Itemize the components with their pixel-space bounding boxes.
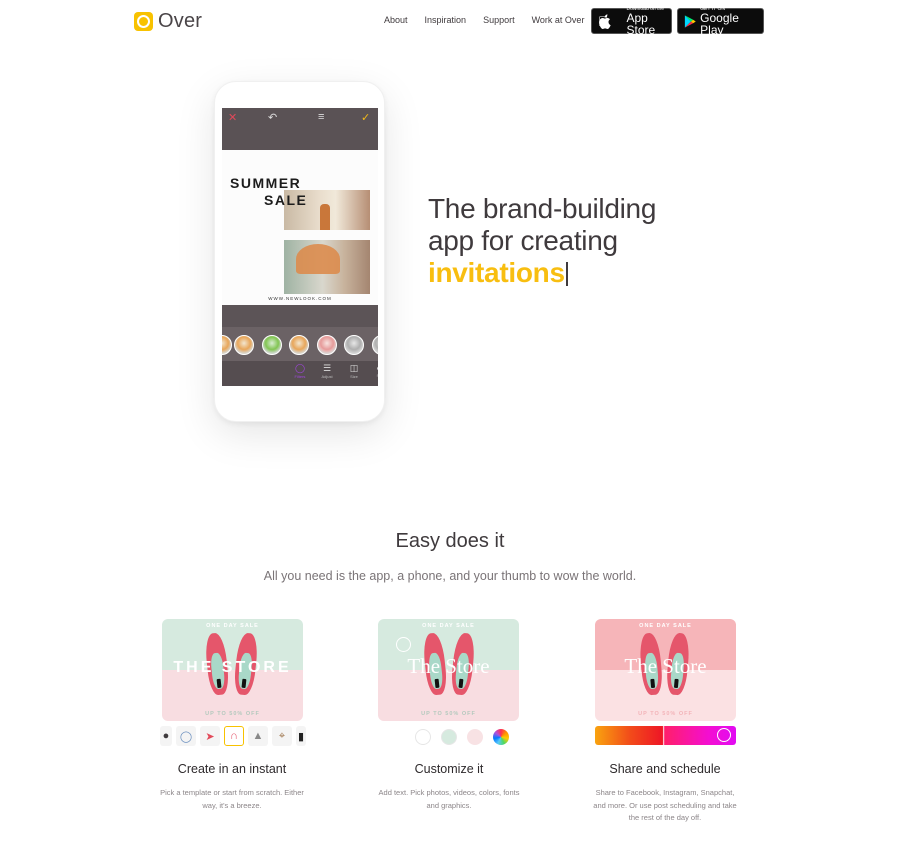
editor-toolbar: ◯ Filters ☰ Adjust ◫ Size ◐ Sh	[222, 361, 378, 386]
feature-desc-create: Pick a template or start from scratch. E…	[160, 788, 304, 810]
site-header: Over About Inspiration Support Work at O…	[0, 0, 900, 42]
tool-size[interactable]: ◫ Size	[343, 363, 365, 380]
section-subtitle: All you need is the app, a phone, and yo…	[263, 569, 637, 583]
hero-headline: The brand-building app for creating invi…	[428, 193, 656, 289]
phone-screen: ✕ ↶ ≡ ✓ SUMMER SALE WWW.NEWLOOK.COM ◯ Fi…	[222, 108, 378, 386]
poster-title-summer: SUMMER	[230, 175, 302, 191]
feature-desc-share: Share to Facebook, Instagram, Snapchat, …	[593, 788, 737, 822]
brand-name: Over	[158, 10, 203, 32]
app-store-big-text: App Store	[616, 11, 656, 37]
filter-thumb[interactable]	[372, 335, 378, 355]
filter-thumb[interactable]	[234, 335, 254, 355]
card-bottom-text: UP TO 50% OFF	[205, 711, 260, 717]
color-slider[interactable]	[595, 726, 736, 745]
poster-title-sale: SALE	[264, 192, 308, 208]
template-item[interactable]: ◯	[176, 726, 196, 746]
tool-filters[interactable]: ◯ Filters	[289, 363, 311, 380]
undo-icon[interactable]: ↶	[268, 111, 277, 124]
filters-icon: ◯	[294, 363, 306, 373]
main-nav: About Inspiration Support Work at Over	[384, 15, 601, 25]
feature-card-share: ONE DAY SALE The Store UP TO 50% OFF	[595, 619, 736, 721]
close-icon[interactable]: ✕	[228, 111, 237, 124]
logo-icon	[134, 12, 153, 31]
template-item[interactable]: ▮	[296, 726, 306, 746]
nav-inspiration[interactable]: Inspiration	[425, 15, 467, 25]
card-top-text: ONE DAY SALE	[206, 623, 259, 629]
card-title-text: THE STORE	[173, 659, 292, 676]
nav-work-at-over[interactable]: Work at Over	[532, 15, 585, 25]
tool-adjust[interactable]: ☰ Adjust	[316, 363, 338, 380]
poster-url: WWW.NEWLOOK.COM	[268, 296, 332, 301]
hero-line-1: The brand-building	[428, 193, 657, 224]
app-store-button[interactable]:  Download on the App Store	[591, 6, 672, 37]
filter-thumb[interactable]	[317, 335, 337, 355]
filter-thumbnails	[222, 327, 378, 361]
card-title-text: The Store	[624, 654, 707, 678]
shadow-icon: ◐	[376, 363, 378, 373]
hero-accent-word: invitations	[428, 257, 565, 288]
color-wheel-icon[interactable]	[493, 729, 509, 745]
filters-panel: ◯ Filters ☰ Adjust ◫ Size ◐ Sh	[222, 305, 378, 386]
swatch-mint[interactable]	[441, 729, 457, 745]
feature-title-share: Share and schedule	[609, 762, 721, 776]
feature-card-customize: ONE DAY SALE The Store UP TO 50% OFF	[378, 619, 519, 721]
filter-thumb[interactable]	[289, 335, 309, 355]
feature-title-create: Create in an instant	[177, 762, 287, 776]
template-item[interactable]: ●	[160, 726, 172, 746]
template-item[interactable]: ⌖	[272, 726, 292, 746]
apple-logo-icon	[599, 14, 611, 29]
card-title-text: The Store	[407, 654, 490, 678]
nav-support[interactable]: Support	[483, 15, 515, 25]
card-top-text: ONE DAY SALE	[639, 623, 692, 629]
card-bottom-text: UP TO 50% OFF	[638, 711, 693, 717]
google-play-button[interactable]: GET IT ON Google Play	[677, 6, 764, 37]
hero-line-2: app for creating	[428, 225, 618, 256]
slider-knob[interactable]	[717, 728, 731, 742]
tool-shadow[interactable]: ◐ Sh	[368, 363, 378, 379]
poster-canvas[interactable]: SUMMER SALE WWW.NEWLOOK.COM	[222, 150, 378, 305]
template-item[interactable]: ➤	[200, 726, 220, 746]
template-picker: ● ◯ ➤ ∩ ▲ ⌖ ▮	[160, 726, 306, 746]
feature-title-customize: Customize it	[414, 762, 484, 776]
template-item-selected[interactable]: ∩	[224, 726, 244, 746]
typing-caret	[565, 262, 568, 286]
filter-thumb[interactable]	[262, 335, 282, 355]
editor-topbar: ✕ ↶ ≡ ✓	[222, 108, 378, 150]
color-swatches	[415, 729, 509, 745]
check-icon[interactable]: ✓	[361, 111, 370, 124]
swatch-pink[interactable]	[467, 729, 483, 745]
feature-desc-customize: Add text. Pick photos, videos, colors, f…	[378, 788, 520, 810]
card-bottom-text: UP TO 50% OFF	[421, 711, 476, 717]
adjust-icon: ☰	[322, 363, 332, 373]
logo[interactable]: Over	[134, 10, 202, 33]
card-top-text: ONE DAY SALE	[422, 623, 475, 629]
google-play-icon	[684, 14, 696, 28]
swatch-white[interactable]	[415, 729, 431, 745]
filter-thumb[interactable]	[222, 335, 232, 355]
google-play-big-text: Google Play	[700, 11, 739, 37]
size-icon: ◫	[349, 363, 359, 373]
template-item[interactable]: ▲	[248, 726, 268, 746]
text-handle-icon	[396, 637, 411, 652]
poster-photo-bottom	[284, 240, 370, 294]
section-title: Easy does it	[395, 530, 505, 552]
layers-icon[interactable]: ≡	[318, 111, 324, 123]
feature-card-create: ONE DAY SALE THE STORE UP TO 50% OFF	[162, 619, 303, 721]
filter-thumb[interactable]	[344, 335, 364, 355]
nav-about[interactable]: About	[384, 15, 408, 25]
